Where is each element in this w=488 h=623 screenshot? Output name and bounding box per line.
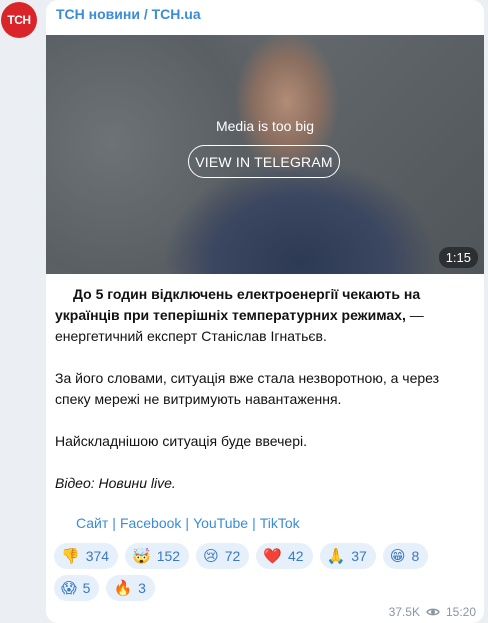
reactions-bar: 👎 374 🤯 152 😢 72 ❤️ 42 🙏 37 😁 8 😱 5 🔥 3 [54,543,479,601]
crying-face-icon: 😢 [203,547,219,565]
reaction-heart[interactable]: ❤️ 42 [256,543,313,569]
reaction-count: 374 [85,548,110,564]
link-separator: | [252,515,256,531]
reaction-count: 152 [156,548,181,564]
reaction-folded-hands[interactable]: 🙏 37 [319,543,376,569]
video-duration: 1:15 [438,247,478,268]
reaction-screaming-face[interactable]: 😱 5 [54,575,100,601]
channel-avatar[interactable]: ТСН [1,2,37,38]
link-facebook[interactable]: Facebook [120,515,181,531]
grimacing-smile-icon: 😁 [389,547,406,565]
message-meta: 37.5K 15:20 [389,605,476,619]
reaction-count: 37 [351,548,367,564]
channel-name[interactable]: ТСН новини / TCH.ua [56,6,201,22]
folded-hands-icon: 🙏 [326,547,346,565]
video-preview[interactable]: Media is too big VIEW IN TELEGRAM 1:15 [46,35,484,274]
link-tiktok[interactable]: TikTok [260,515,300,531]
reaction-grimacing-smile[interactable]: 😁 8 [382,543,429,569]
post-paragraph-3: Найскладнішою ситуація буде ввечері. [55,433,307,449]
thumbs-down-icon: 👎 [61,547,80,565]
screaming-face-icon: 😱 [61,579,77,597]
eye-icon [426,608,440,616]
reaction-count: 8 [411,548,420,564]
reaction-count: 72 [224,548,241,564]
link-separator: | [185,515,190,531]
heart-icon: ❤️ [263,547,282,565]
post-lead-bold: До 5 годин відключень електроенергії чек… [55,286,421,323]
reaction-thumbs-down[interactable]: 👎 374 [54,543,119,569]
link-site[interactable]: Сайт [76,515,108,531]
exploding-head-icon: 🤯 [132,547,151,565]
view-count: 37.5K [388,605,420,619]
reaction-count: 42 [288,548,304,564]
reaction-crying-face[interactable]: 😢 72 [196,543,250,569]
social-links: Сайт | Facebook | YouTube | TikTok [76,515,300,531]
fire-icon: 🔥 [113,579,133,597]
link-youtube[interactable]: YouTube [193,515,248,531]
reaction-count: 5 [82,580,91,596]
post-paragraph-lead: До 5 годин відключень електроенергії чек… [55,284,477,347]
reaction-count: 3 [138,580,146,596]
post-credit: Відео: Новини live. [55,475,176,491]
reaction-fire[interactable]: 🔥 3 [106,575,155,601]
post-time: 15:20 [445,605,476,619]
avatar-text: ТСН [7,13,31,27]
post-text: До 5 годин відключень електроенергії чек… [55,284,477,515]
reaction-exploding-head[interactable]: 🤯 152 [125,543,190,569]
post-paragraph-2: За його словами, ситуація вже стала незв… [55,370,440,407]
media-notice: Media is too big [215,118,315,134]
message-bubble: ТСН новини / TCH.ua Media is too big VIE… [46,0,484,623]
view-in-telegram-button[interactable]: VIEW IN TELEGRAM [188,145,340,178]
link-separator: | [112,515,116,531]
